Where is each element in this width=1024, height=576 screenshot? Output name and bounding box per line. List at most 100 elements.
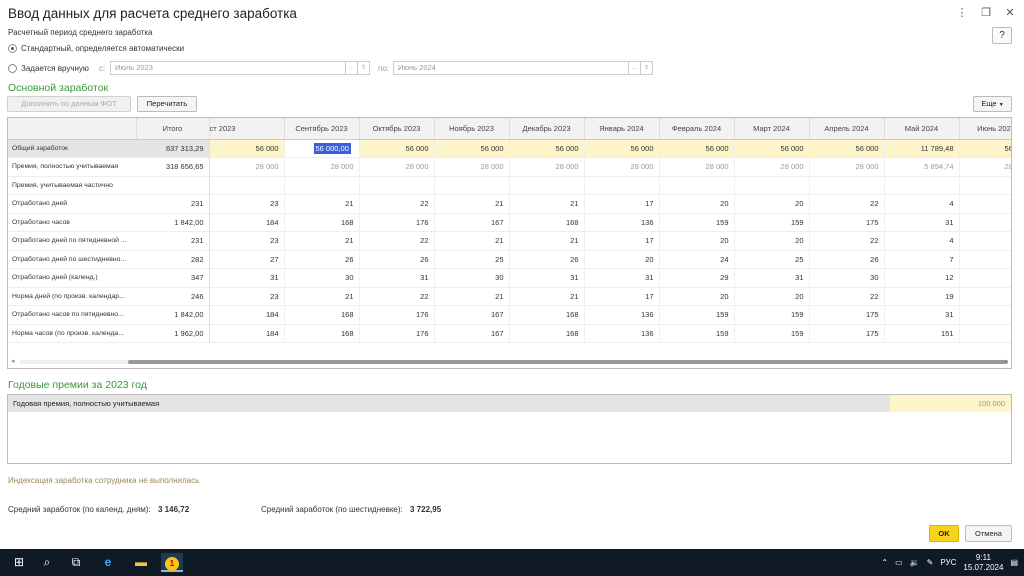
month-cell[interactable]: 21: [509, 287, 585, 306]
month-cell[interactable]: [209, 176, 285, 195]
table-row[interactable]: Отработано дней по пятидневной ... 231 23 2…: [8, 231, 1011, 251]
1c-app-icon[interactable]: 1: [161, 553, 183, 572]
month-cell[interactable]: 176: [359, 324, 435, 343]
month-cell[interactable]: [284, 176, 360, 195]
month-cell[interactable]: 28 000: [434, 157, 510, 177]
table-row[interactable]: Премия, полностью учитываемая 318 656,65 2…: [8, 157, 1011, 177]
month-cell[interactable]: 22: [809, 194, 885, 214]
total-cell[interactable]: 231: [136, 194, 210, 214]
month-cell[interactable]: 4: [884, 231, 960, 251]
month-cell[interactable]: 159: [734, 305, 810, 325]
month-cell[interactable]: 21: [509, 231, 585, 251]
month-cell[interactable]: [734, 176, 810, 195]
month-cell[interactable]: 168: [284, 213, 360, 232]
month-cell[interactable]: 12: [884, 268, 960, 288]
month-cell[interactable]: 28 000: [509, 157, 585, 177]
month-cell[interactable]: 23: [209, 287, 285, 306]
total-cell[interactable]: 347: [136, 268, 210, 288]
month-cell[interactable]: 30: [434, 268, 510, 288]
month-cell[interactable]: 22: [359, 194, 435, 214]
month-cell[interactable]: 28 000: [659, 157, 735, 177]
month-cell[interactable]: 5 894,74: [884, 157, 960, 177]
month-cell[interactable]: 11 789,48: [884, 139, 960, 158]
month-cell[interactable]: 19: [959, 194, 1011, 214]
month-cell[interactable]: 24: [959, 250, 1011, 269]
month-cell[interactable]: 30: [809, 268, 885, 288]
column-header[interactable]: Сентябрь 2023: [284, 118, 360, 140]
help-button[interactable]: ?: [992, 27, 1012, 44]
annual-bonus-table[interactable]: Годовая премия, полностью учитываемая 10…: [7, 394, 1012, 464]
from-date-stepper[interactable]: ⇕: [358, 61, 370, 75]
ok-button[interactable]: OK: [929, 525, 959, 542]
month-cell[interactable]: 21: [284, 194, 360, 214]
column-header[interactable]: Декабрь 2023: [509, 118, 585, 140]
clock[interactable]: 9:11 15.07.2024: [963, 553, 1003, 573]
month-cell[interactable]: 28 000: [284, 157, 360, 177]
table-row[interactable]: Норма часов (по произв. календа... 1 962,…: [8, 324, 1011, 343]
month-cell[interactable]: 23: [209, 231, 285, 251]
month-cell[interactable]: [509, 176, 585, 195]
total-cell[interactable]: 246: [136, 287, 210, 306]
month-cell[interactable]: 159: [659, 324, 735, 343]
month-cell[interactable]: 31: [359, 268, 435, 288]
month-cell[interactable]: 151: [959, 213, 1011, 232]
total-cell[interactable]: 1 842,00: [136, 305, 210, 325]
column-header[interactable]: Май 2024: [884, 118, 960, 140]
month-cell[interactable]: 21: [434, 231, 510, 251]
month-cell[interactable]: [659, 176, 735, 195]
fill-from-fot-button[interactable]: Дополнить по данным ФОТ: [7, 96, 131, 112]
month-cell[interactable]: 20: [659, 231, 735, 251]
pen-icon[interactable]: ✎: [927, 558, 934, 567]
month-cell[interactable]: 26: [359, 250, 435, 269]
column-header[interactable]: Ноябрь 2023: [434, 118, 510, 140]
month-cell[interactable]: 21: [434, 194, 510, 214]
scroll-track[interactable]: [20, 360, 1008, 364]
month-cell[interactable]: 29: [659, 268, 735, 288]
month-cell[interactable]: [434, 176, 510, 195]
month-cell[interactable]: 30: [959, 268, 1011, 288]
month-cell[interactable]: 31: [884, 305, 960, 325]
month-cell[interactable]: 28 000: [809, 157, 885, 177]
column-header[interactable]: Март 2024: [734, 118, 810, 140]
month-cell[interactable]: 19: [959, 287, 1011, 306]
total-cell[interactable]: 282: [136, 250, 210, 269]
month-cell[interactable]: 21: [284, 231, 360, 251]
month-cell[interactable]: 17: [584, 231, 660, 251]
more-button[interactable]: Еще ▼: [973, 96, 1012, 112]
month-cell[interactable]: 168: [509, 305, 585, 325]
month-cell[interactable]: 176: [359, 213, 435, 232]
total-cell[interactable]: 231: [136, 231, 210, 251]
month-cell[interactable]: 20: [659, 194, 735, 214]
table-row[interactable]: Общий заработок 637 313,29 56 000 56 000,00…: [8, 139, 1011, 158]
month-cell[interactable]: 31: [884, 213, 960, 232]
month-cell[interactable]: 31: [584, 268, 660, 288]
search-icon[interactable]: ⌕: [36, 553, 58, 572]
month-cell[interactable]: [809, 176, 885, 195]
month-cell[interactable]: 56 000: [509, 139, 585, 158]
month-cell[interactable]: 159: [734, 213, 810, 232]
month-cell[interactable]: 56 000: [434, 139, 510, 158]
month-cell[interactable]: 136: [584, 324, 660, 343]
more-menu-icon[interactable]: ⋮: [956, 6, 968, 19]
month-cell[interactable]: 168: [284, 324, 360, 343]
month-cell[interactable]: 168: [509, 213, 585, 232]
cancel-button[interactable]: Отмена: [965, 525, 1012, 542]
table-row[interactable]: Отработано дней (календ.) 347 31 30 31 30 31 31…: [8, 268, 1011, 288]
column-header[interactable]: Июнь 2024: [959, 118, 1011, 140]
month-cell[interactable]: 26: [284, 250, 360, 269]
bonus-row-value[interactable]: 100 000: [890, 395, 1011, 412]
month-cell[interactable]: 20: [734, 287, 810, 306]
table-row[interactable]: Отработано дней231232122212117202022419: [8, 194, 1011, 214]
month-cell[interactable]: 167: [434, 324, 510, 343]
month-cell[interactable]: 184: [209, 324, 285, 343]
to-date-stepper[interactable]: ⇕: [641, 61, 653, 75]
file-explorer-icon[interactable]: ▬: [130, 553, 152, 572]
month-cell[interactable]: 28 000: [584, 157, 660, 177]
month-cell[interactable]: 20: [659, 287, 735, 306]
to-date-choose-icon[interactable]: …: [629, 61, 641, 75]
month-cell[interactable]: 22: [359, 287, 435, 306]
total-cell[interactable]: 318 656,65: [136, 157, 210, 177]
column-header[interactable]: Февраль 2024: [659, 118, 735, 140]
month-cell[interactable]: 26: [809, 250, 885, 269]
month-cell[interactable]: 175: [809, 324, 885, 343]
